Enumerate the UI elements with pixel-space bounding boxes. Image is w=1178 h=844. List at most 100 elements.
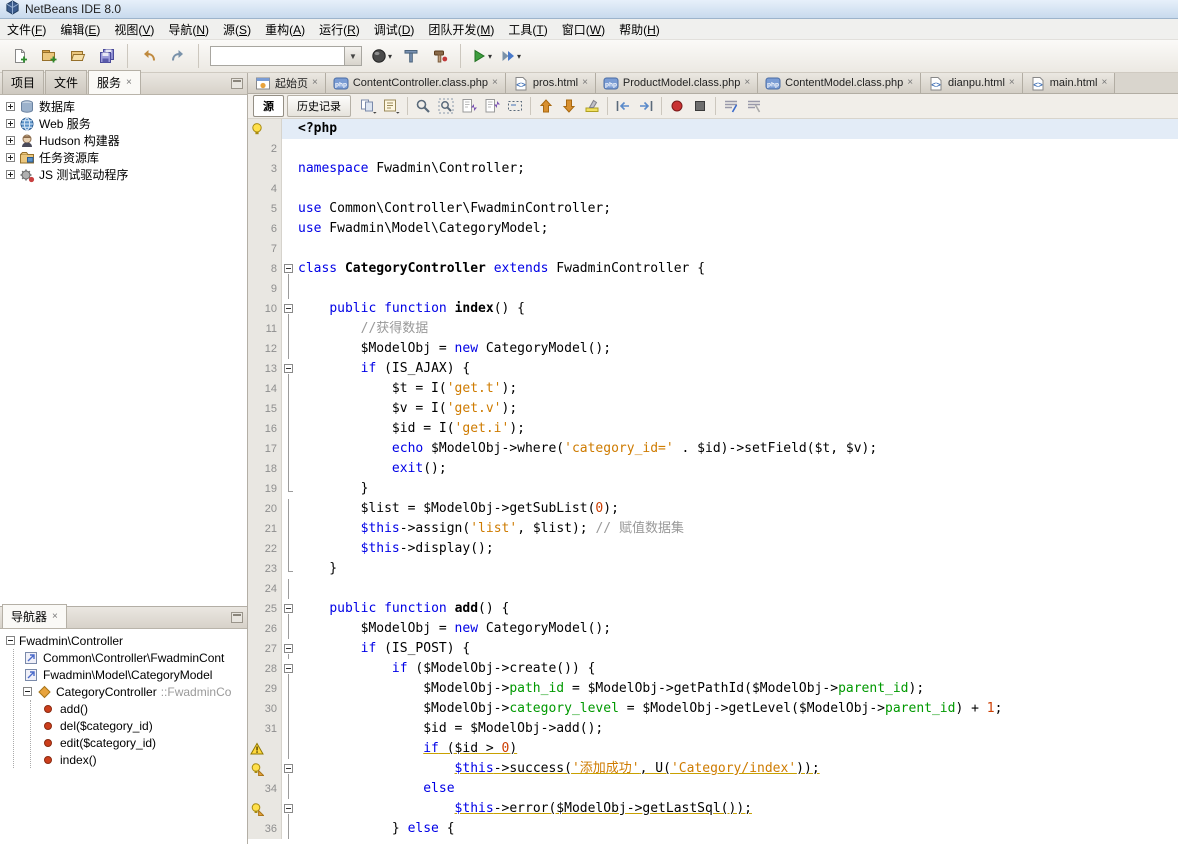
line-number[interactable]: 5 bbox=[248, 199, 282, 219]
code-line[interactable]: 4 bbox=[248, 179, 1178, 199]
code-text[interactable]: $this->display(); bbox=[295, 539, 1178, 559]
code-text[interactable]: use Fwadmin\Model\CategoryModel; bbox=[295, 219, 1178, 239]
redo-button[interactable] bbox=[164, 43, 191, 69]
code-line[interactable]: 28 if ($ModelObj->create()) { bbox=[248, 659, 1178, 679]
tree-item-method[interactable]: edit($category_id) bbox=[34, 734, 247, 751]
line-number[interactable]: 20 bbox=[248, 499, 282, 519]
expand-icon[interactable] bbox=[6, 170, 15, 179]
code-line[interactable]: $this->error($ModelObj->getLastSql()); bbox=[248, 799, 1178, 819]
code-text[interactable]: <?php bbox=[295, 119, 1178, 139]
code-line[interactable]: 17 echo $ModelObj->where('category_id=' … bbox=[248, 439, 1178, 459]
menu-item[interactable]: 工具(T) bbox=[501, 18, 554, 41]
code-text[interactable] bbox=[295, 579, 1178, 599]
tree-item[interactable]: Hudson 构建器 bbox=[0, 132, 247, 149]
uncomment-button[interactable] bbox=[743, 96, 765, 116]
fold-toggle[interactable] bbox=[282, 659, 295, 679]
tree-item[interactable]: Common\Controller\FwadminCont bbox=[17, 649, 247, 666]
build-project-button[interactable] bbox=[426, 43, 453, 69]
line-number[interactable]: 4 bbox=[248, 179, 282, 199]
close-tab-icon[interactable]: × bbox=[744, 78, 750, 88]
panel-tab-项目[interactable]: 项目 bbox=[2, 70, 44, 94]
code-line[interactable]: if ($id > 0) bbox=[248, 739, 1178, 759]
close-tab-icon[interactable]: × bbox=[1009, 78, 1015, 88]
fold-toggle[interactable] bbox=[282, 599, 295, 619]
line-number[interactable]: 21 bbox=[248, 519, 282, 539]
tab-navigator[interactable]: 导航器 × bbox=[2, 604, 67, 628]
code-line[interactable]: 14 $t = I('get.t'); bbox=[248, 379, 1178, 399]
line-number[interactable]: 31 bbox=[248, 719, 282, 739]
fold-toggle[interactable] bbox=[282, 299, 295, 319]
line-number[interactable]: 25 bbox=[248, 599, 282, 619]
next-occurrence-button[interactable] bbox=[558, 96, 580, 116]
code-line[interactable]: 18 exit(); bbox=[248, 459, 1178, 479]
code-line[interactable]: 6use Fwadmin\Model\CategoryModel; bbox=[248, 219, 1178, 239]
history-view-button[interactable]: 历史记录 bbox=[287, 95, 351, 117]
code-line[interactable]: 5 use Common\Controller\FwadminController… bbox=[248, 199, 1178, 219]
code-text[interactable]: } bbox=[295, 479, 1178, 499]
doc-tab[interactable]: <>pros.html× bbox=[506, 73, 596, 93]
line-number[interactable]: 27 bbox=[248, 639, 282, 659]
code-text[interactable]: $ModelObj = new CategoryModel(); bbox=[295, 619, 1178, 639]
code-text[interactable]: use Common\Controller\FwadminController; bbox=[295, 199, 1178, 219]
code-text[interactable]: $ModelObj = new CategoryModel(); bbox=[295, 339, 1178, 359]
line-number[interactable] bbox=[248, 119, 282, 139]
code-line[interactable]: 2 bbox=[248, 139, 1178, 159]
find-previous-button[interactable] bbox=[458, 96, 480, 116]
code-line[interactable]: 8class CategoryController extends Fwadmi… bbox=[248, 259, 1178, 279]
line-number[interactable]: 34 bbox=[248, 779, 282, 799]
line-number[interactable]: 10 bbox=[248, 299, 282, 319]
close-tab-icon[interactable]: × bbox=[492, 78, 498, 88]
menu-item[interactable]: 团队开发(M) bbox=[421, 18, 501, 41]
expand-icon[interactable] bbox=[6, 136, 15, 145]
tree-item-class[interactable]: CategoryController::FwadminCo bbox=[17, 683, 247, 700]
fold-toggle[interactable] bbox=[282, 259, 295, 279]
code-line[interactable]: 26 $ModelObj = new CategoryModel(); bbox=[248, 619, 1178, 639]
line-number[interactable]: 24 bbox=[248, 579, 282, 599]
titlebar[interactable]: NetBeans IDE 8.0 bbox=[0, 0, 1178, 19]
code-line[interactable]: 20 $list = $ModelObj->getSubList(0); bbox=[248, 499, 1178, 519]
code-area[interactable]: <?php23namespace Fwadmin\Controller;45us… bbox=[248, 119, 1178, 844]
expand-icon[interactable] bbox=[6, 119, 15, 128]
code-text[interactable]: } else { bbox=[295, 819, 1178, 839]
code-line[interactable]: <?php bbox=[248, 119, 1178, 139]
code-text[interactable]: $id = $ModelObj->add(); bbox=[295, 719, 1178, 739]
line-number[interactable]: 11 bbox=[248, 319, 282, 339]
menu-item[interactable]: 源(S) bbox=[216, 18, 258, 41]
line-number[interactable] bbox=[248, 799, 282, 819]
line-number[interactable]: 28 bbox=[248, 659, 282, 679]
code-line[interactable]: 9 bbox=[248, 279, 1178, 299]
code-text[interactable]: public function add() { bbox=[295, 599, 1178, 619]
tree-item-method[interactable]: index() bbox=[34, 751, 247, 768]
previous-occurrence-button[interactable] bbox=[535, 96, 557, 116]
code-line[interactable]: 19 } bbox=[248, 479, 1178, 499]
code-text[interactable]: $v = I('get.v'); bbox=[295, 399, 1178, 419]
code-text[interactable]: if ($id > 0) bbox=[295, 739, 1178, 759]
code-text[interactable]: $this->assign('list', $list); // 赋值数据集 bbox=[295, 519, 1178, 539]
code-text[interactable]: if ($ModelObj->create()) { bbox=[295, 659, 1178, 679]
code-line[interactable]: 36 } else { bbox=[248, 819, 1178, 839]
code-line[interactable]: $this->success('添加成功', U('Category/index… bbox=[248, 759, 1178, 779]
line-number[interactable] bbox=[248, 759, 282, 779]
shift-line-right-button[interactable] bbox=[635, 96, 657, 116]
code-line[interactable]: 34 else bbox=[248, 779, 1178, 799]
code-line[interactable]: 10 public function index() { bbox=[248, 299, 1178, 319]
fold-toggle[interactable] bbox=[282, 639, 295, 659]
macro-record-button[interactable] bbox=[666, 96, 688, 116]
expand-icon[interactable] bbox=[6, 102, 15, 111]
code-text[interactable]: $id = I('get.i'); bbox=[295, 419, 1178, 439]
code-line[interactable]: 7 bbox=[248, 239, 1178, 259]
code-text[interactable] bbox=[295, 279, 1178, 299]
menu-item[interactable]: 编辑(E) bbox=[53, 18, 107, 41]
new-file-button[interactable] bbox=[6, 43, 33, 69]
code-line[interactable]: 21 $this->assign('list', $list); // 赋值数据… bbox=[248, 519, 1178, 539]
fold-toggle[interactable] bbox=[282, 359, 295, 379]
fold-toggle[interactable] bbox=[282, 799, 295, 819]
tree-item[interactable]: Web 服务 bbox=[0, 115, 247, 132]
macro-stop-button[interactable] bbox=[689, 96, 711, 116]
close-tab-icon[interactable]: × bbox=[907, 78, 913, 88]
run-button[interactable]: ▾ bbox=[468, 43, 495, 69]
menu-item[interactable]: 调试(D) bbox=[367, 18, 422, 41]
minimize-panel-button[interactable] bbox=[231, 612, 243, 623]
code-line[interactable]: 30 $ModelObj->category_level = $ModelObj… bbox=[248, 699, 1178, 719]
code-line[interactable]: 12 $ModelObj = new CategoryModel(); bbox=[248, 339, 1178, 359]
